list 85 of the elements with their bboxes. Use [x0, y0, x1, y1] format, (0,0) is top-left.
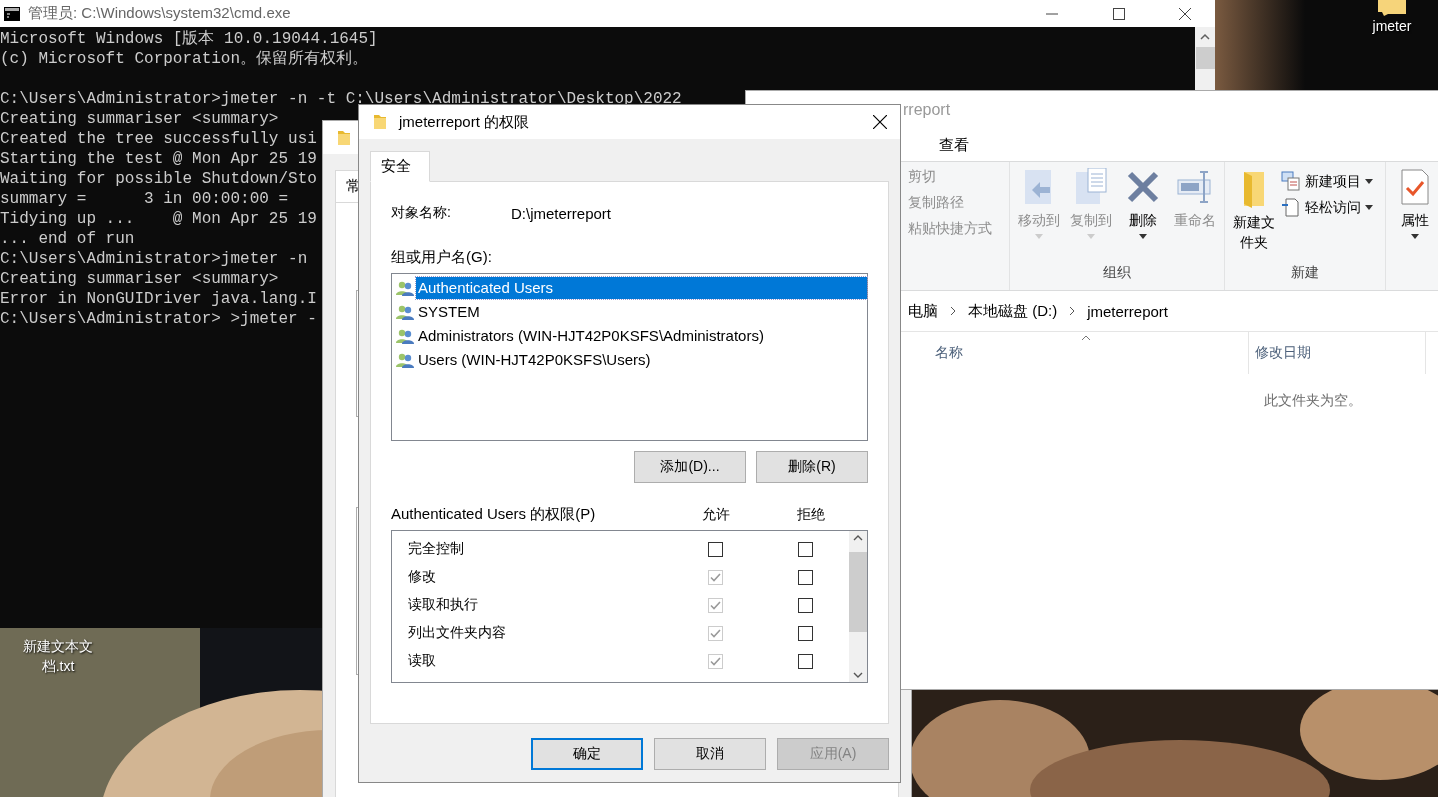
checkmark-document-icon	[1399, 168, 1430, 206]
checkbox[interactable]	[708, 541, 723, 557]
new-item-icon	[1281, 171, 1302, 191]
caret-icon	[1410, 234, 1419, 239]
chevron-down-icon[interactable]	[853, 672, 863, 678]
column-header: 拒绝	[796, 505, 826, 524]
scrollbar-thumb[interactable]	[1195, 47, 1215, 69]
terminal-icon	[4, 6, 20, 21]
users-icon	[396, 280, 414, 296]
console-line: Error in NonGUIDriver java.lang.I	[0, 289, 317, 309]
maximize-icon[interactable]	[1113, 7, 1125, 20]
desktop-icon[interactable]: jmeter	[1364, 0, 1420, 36]
object-path: D:\jmeterreport	[511, 204, 612, 222]
ribbon-button[interactable]: 删除	[1118, 168, 1169, 264]
list-item[interactable]: Administrators (WIN-HJT42P0KSFS\Administrators)	[416, 325, 766, 347]
group-label: 组织	[1102, 264, 1133, 282]
ribbon-button[interactable]: 新建文件夹	[1229, 168, 1280, 264]
section-label: 组或用户名(G):	[391, 248, 493, 267]
close-icon[interactable]	[1179, 7, 1191, 20]
user-list[interactable]: Authenticated Users SYSTEM Administrators (WIN-HJT42P0KSFS\Administrators) Users (WIN-HJT42P0KSFS\Users)	[391, 273, 868, 441]
chevron-right-icon	[950, 306, 956, 316]
breadcrumb-item[interactable]: 电脑	[908, 301, 938, 321]
documents-icon	[1074, 168, 1109, 206]
field-label: 对象名称:	[391, 204, 452, 222]
console-line: C:\Users\Administrator> >jmeter -	[0, 309, 317, 329]
close-icon	[873, 115, 887, 129]
dialog-button[interactable]: 添加(D)...	[634, 451, 746, 483]
checkbox[interactable]	[798, 541, 813, 557]
folder-icon	[371, 113, 389, 131]
console-line: Tidying up ... @ Mon Apr 25 19	[0, 209, 317, 229]
chevron-right-icon	[1069, 306, 1076, 316]
permission-label: 读取	[407, 652, 437, 670]
empty-message: 此文件夹为空。	[1264, 392, 1362, 410]
console-line: C:\Users\Administrator>jmeter -n -t C:\Users\Administrator\Desktop\2022	[0, 89, 682, 109]
window-title: rreport	[903, 101, 951, 119]
checkbox[interactable]	[798, 625, 813, 641]
checkbox[interactable]	[798, 597, 813, 613]
desktop-icon[interactable]: 新建文本文档.txt	[18, 636, 98, 676]
chevron-up-icon[interactable]	[853, 535, 863, 541]
users-icon	[396, 352, 414, 368]
console-line: C:\Users\Administrator>jmeter -n	[0, 249, 308, 269]
users-icon	[396, 304, 414, 320]
section-label: Authenticated Users 的权限(P)	[391, 505, 597, 524]
list-item[interactable]: SYSTEM	[416, 301, 482, 323]
console-line: Created the tree successfully usi	[0, 129, 317, 149]
window-title: 管理员: C:\Windows\system32\cmd.exe	[28, 4, 291, 23]
breadcrumb-item[interactable]: 本地磁盘 (D:)	[968, 301, 1058, 321]
list-item[interactable]: Authenticated Users	[416, 277, 867, 299]
dialog-button[interactable]: 取消	[654, 738, 766, 770]
console-line: Starting the test @ Mon Apr 25 19	[0, 149, 317, 169]
permission-label: 列出文件夹内容	[407, 624, 507, 642]
console-line: summary = 3 in 00:00:00 =	[0, 189, 289, 209]
ribbon-button[interactable]: 新建项目	[1281, 170, 1374, 192]
ribbon-tab[interactable]: 查看	[926, 132, 982, 158]
ribbon-button[interactable]: 属性	[1389, 168, 1438, 290]
document-icon	[1281, 197, 1302, 217]
caret-icon	[1139, 234, 1148, 239]
list-item[interactable]: Users (WIN-HJT42P0KSFS\Users)	[416, 349, 653, 371]
caret-icon	[1365, 204, 1374, 210]
checkbox[interactable]	[798, 569, 813, 585]
console-line: Microsoft Windows [版本 10.0.19044.1645]	[0, 29, 378, 49]
caret-icon	[1035, 234, 1044, 239]
caret-icon	[1365, 178, 1374, 184]
breadcrumb-item[interactable]: jmeterreport	[1087, 302, 1169, 320]
folder-icon	[335, 128, 353, 147]
dialog-button[interactable]: 删除(R)	[756, 451, 868, 483]
column-header: 允许	[701, 505, 731, 524]
users-icon	[396, 328, 414, 344]
console-line: ... end of run	[0, 229, 135, 249]
console-line: Creating summariser <summary>	[0, 109, 279, 129]
dialog-button[interactable]: 确定	[531, 738, 643, 770]
console-line: Creating summariser <summary>	[0, 269, 279, 289]
ribbon-button[interactable]: 轻松访问	[1281, 196, 1374, 218]
tab[interactable]: 安全	[370, 151, 430, 182]
caret-icon	[1087, 234, 1096, 239]
console-line: Waiting for possible Shutdown/Sto	[0, 169, 317, 189]
permission-label: 读取和执行	[407, 596, 479, 614]
permission-label: 完全控制	[407, 540, 465, 558]
dialog-title: jmeterreport 的权限	[399, 112, 531, 132]
scrollbar[interactable]	[849, 531, 867, 682]
scrollbar-thumb[interactable]	[849, 551, 867, 632]
permission-label: 修改	[407, 568, 437, 586]
checkbox[interactable]	[798, 653, 813, 669]
group-label: 新建	[1289, 264, 1320, 282]
console-line: (c) Microsoft Corporation。保留所有权利。	[0, 49, 369, 69]
